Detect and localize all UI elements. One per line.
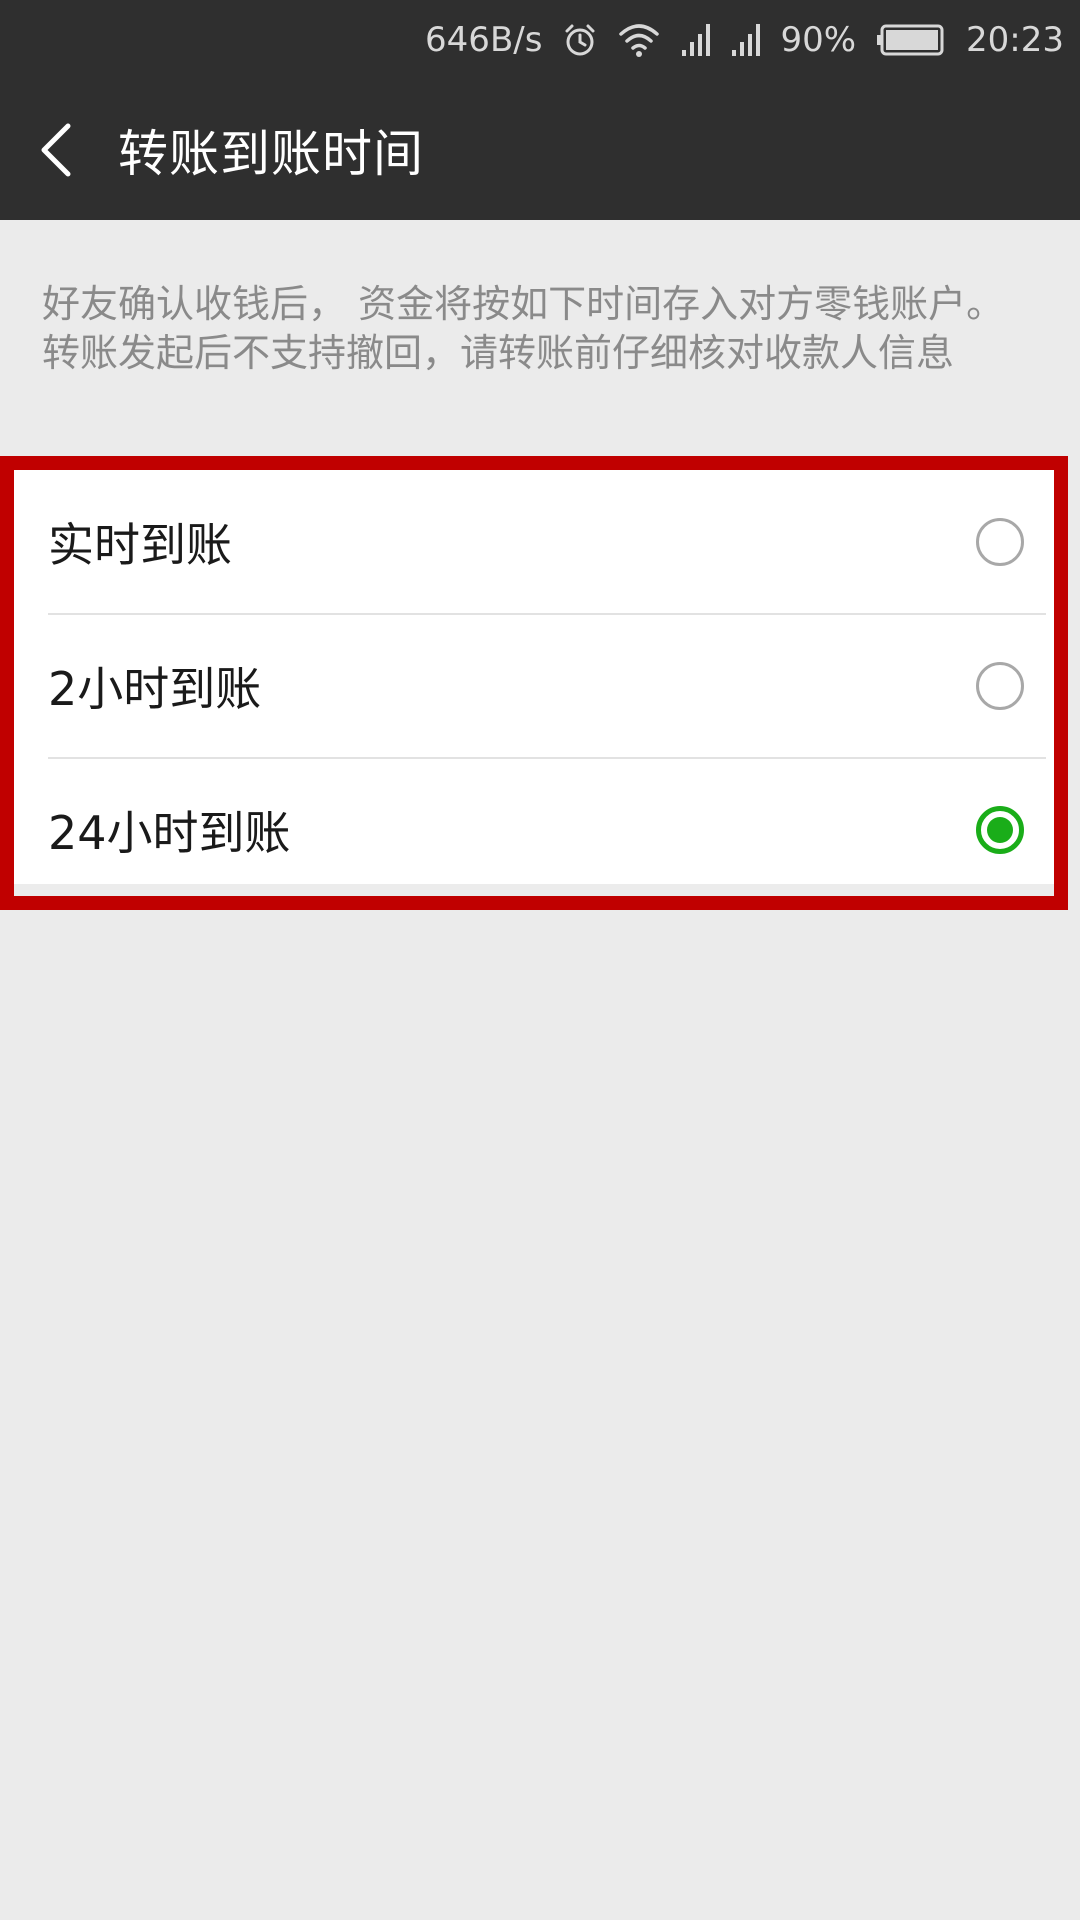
alarm-icon (562, 22, 598, 58)
radio-button[interactable] (976, 518, 1024, 566)
radio-button[interactable] (976, 662, 1024, 710)
option-label: 2小时到账 (48, 662, 262, 716)
option-label: 24小时到账 (48, 806, 291, 860)
clock: 20:23 (966, 20, 1064, 60)
card-bottom-edge (14, 884, 1054, 896)
page-title: 转账到账时间 (118, 125, 424, 183)
app-bar: 转账到账时间 (0, 80, 1080, 220)
option-label: 实时到账 (48, 518, 232, 572)
wifi-icon (618, 22, 660, 58)
signal-icon (680, 22, 711, 58)
battery-percent: 90% (780, 20, 857, 60)
back-button[interactable] (36, 100, 116, 200)
signal-icon (730, 22, 761, 58)
option-2-hours[interactable]: 2小时到账 (14, 614, 1054, 758)
chevron-left-icon (41, 123, 71, 177)
arrival-time-options: 实时到账 2小时到账 24小时到账 (0, 456, 1068, 910)
status-bar: 646B/s 90% 20:23 (0, 0, 1080, 80)
battery-icon (876, 24, 946, 56)
option-realtime[interactable]: 实时到账 (14, 470, 1054, 614)
option-24-hours[interactable]: 24小时到账 (14, 758, 1054, 902)
network-speed: 646B/s (425, 20, 543, 60)
transfer-time-description: 好友确认收钱后， 资金将按如下时间存入对方零钱账户。转账发起后不支持撤回，请转账… (42, 282, 1005, 375)
radio-button-selected[interactable] (976, 806, 1024, 854)
